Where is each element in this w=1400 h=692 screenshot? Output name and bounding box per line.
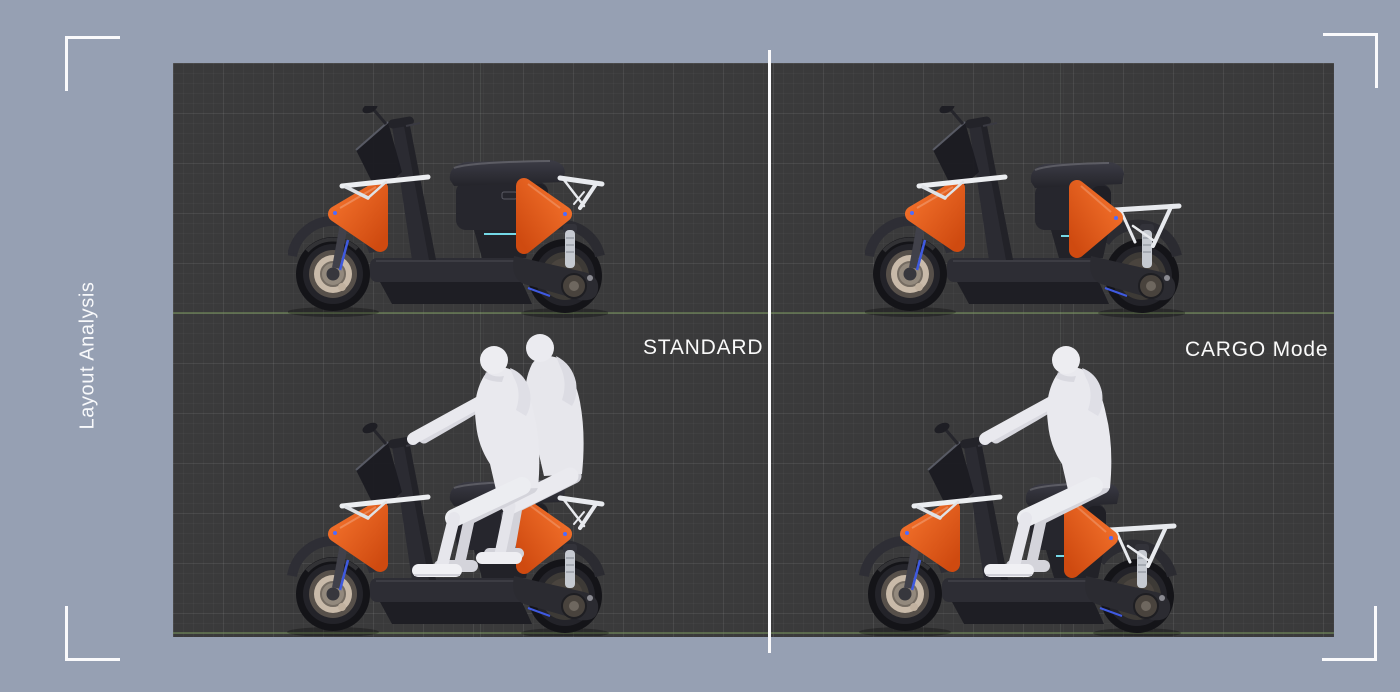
render-standard-empty bbox=[288, 106, 608, 318]
3d-viewport: STANDARD CARGO Mode bbox=[173, 63, 1334, 637]
page-title: Layout Analysis bbox=[76, 281, 99, 430]
render-cargo-one-rider bbox=[858, 326, 1188, 636]
label-cargo-mode: CARGO Mode bbox=[1185, 338, 1329, 361]
label-standard-mode: STANDARD bbox=[643, 336, 764, 359]
scooter-standard bbox=[288, 106, 608, 318]
scooter-cargo bbox=[865, 106, 1185, 318]
render-cargo-empty bbox=[865, 106, 1185, 318]
viewport-divider bbox=[768, 50, 771, 653]
presentation-board: Layout Analysis STANDARD CARGO Mode bbox=[0, 0, 1400, 692]
render-standard-two-riders bbox=[286, 326, 616, 636]
frame-corner-bottom-left bbox=[65, 606, 120, 661]
frame-corner-top-left bbox=[65, 36, 120, 91]
